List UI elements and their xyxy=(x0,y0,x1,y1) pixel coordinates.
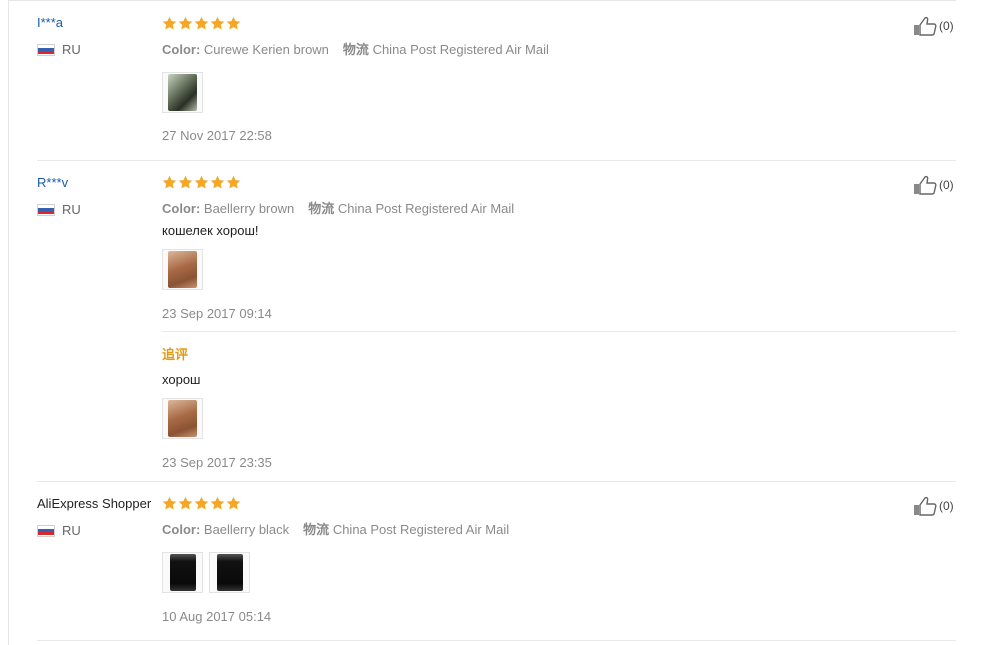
star-icon xyxy=(162,175,177,189)
review-date: 27 Nov 2017 22:58 xyxy=(162,128,272,143)
review-meta: Color: Baellerry black 物流 China Post Regi… xyxy=(162,519,509,538)
reviewer-name[interactable]: R***v xyxy=(37,175,68,190)
star-rating xyxy=(162,16,241,31)
review-image-thumbnail[interactable] xyxy=(162,249,203,290)
reviewer-country: RU xyxy=(37,523,81,538)
shipping-label: 物流 xyxy=(308,201,335,216)
followup-divider xyxy=(162,331,956,332)
review-divider xyxy=(37,481,956,482)
review-images xyxy=(162,249,203,290)
reviewer-name[interactable]: I***a xyxy=(37,15,63,30)
color-label: Color: xyxy=(162,522,201,537)
review-text: кошелек хорош! xyxy=(162,223,259,238)
color-value: Baellerry brown xyxy=(203,201,295,216)
top-border xyxy=(8,0,956,1)
followup-images xyxy=(162,398,203,439)
color-value: Baellerry black xyxy=(203,522,290,537)
reviewer-name: AliExpress Shopper xyxy=(37,496,152,511)
review-divider xyxy=(37,640,956,641)
review-image-thumbnail[interactable] xyxy=(162,72,203,113)
thumbs-up-icon[interactable] xyxy=(913,175,937,195)
russia-flag-icon xyxy=(37,203,55,216)
color-label: Color: xyxy=(162,42,201,57)
star-icon xyxy=(194,16,209,30)
review-image-thumbnail[interactable] xyxy=(162,398,203,439)
helpful-button[interactable]: (0) xyxy=(913,496,954,516)
review-meta: Color: Baellerry brown 物流 China Post Regi… xyxy=(162,198,514,217)
shipping-value: China Post Registered Air Mail xyxy=(332,522,510,537)
color-label: Color: xyxy=(162,201,201,216)
review-date: 10 Aug 2017 05:14 xyxy=(162,609,272,624)
star-icon xyxy=(210,496,225,510)
helpful-button[interactable]: (0) xyxy=(913,16,954,36)
shipping-value: China Post Registered Air Mail xyxy=(337,201,515,216)
star-icon xyxy=(178,16,193,30)
star-icon xyxy=(194,175,209,189)
review-date: 23 Sep 2017 09:14 xyxy=(162,306,272,321)
star-rating xyxy=(162,496,241,511)
color-value: Curewe Kerien brown xyxy=(203,42,329,57)
review-images xyxy=(162,72,203,113)
followup-text: хорош xyxy=(162,372,201,387)
review-divider xyxy=(37,160,956,161)
reviewer-country: RU xyxy=(37,42,81,57)
followup-label: 追评 xyxy=(162,347,189,362)
star-icon xyxy=(178,496,193,510)
star-icon xyxy=(194,496,209,510)
star-icon xyxy=(162,496,177,510)
review-images xyxy=(162,552,250,593)
followup-date: 23 Sep 2017 23:35 xyxy=(162,455,272,470)
left-border xyxy=(8,0,9,645)
star-icon xyxy=(178,175,193,189)
star-icon xyxy=(226,175,241,189)
shipping-value: China Post Registered Air Mail xyxy=(372,42,549,57)
star-icon xyxy=(162,16,177,30)
thumbs-up-icon[interactable] xyxy=(913,16,937,36)
star-rating xyxy=(162,175,241,190)
star-icon xyxy=(226,16,241,30)
russia-flag-icon xyxy=(37,43,55,56)
russia-flag-icon xyxy=(37,524,55,537)
star-icon xyxy=(210,175,225,189)
star-icon xyxy=(226,496,241,510)
helpful-button[interactable]: (0) xyxy=(913,175,954,195)
shipping-label: 物流 xyxy=(342,42,369,57)
shipping-label: 物流 xyxy=(303,522,330,537)
review-meta: Color: Curewe Kerien brown 物流 China Post … xyxy=(162,39,549,58)
thumbs-up-icon[interactable] xyxy=(913,496,937,516)
star-icon xyxy=(210,16,225,30)
review-image-thumbnail[interactable] xyxy=(162,552,203,593)
review-image-thumbnail[interactable] xyxy=(209,552,250,593)
reviewer-country: RU xyxy=(37,202,81,217)
